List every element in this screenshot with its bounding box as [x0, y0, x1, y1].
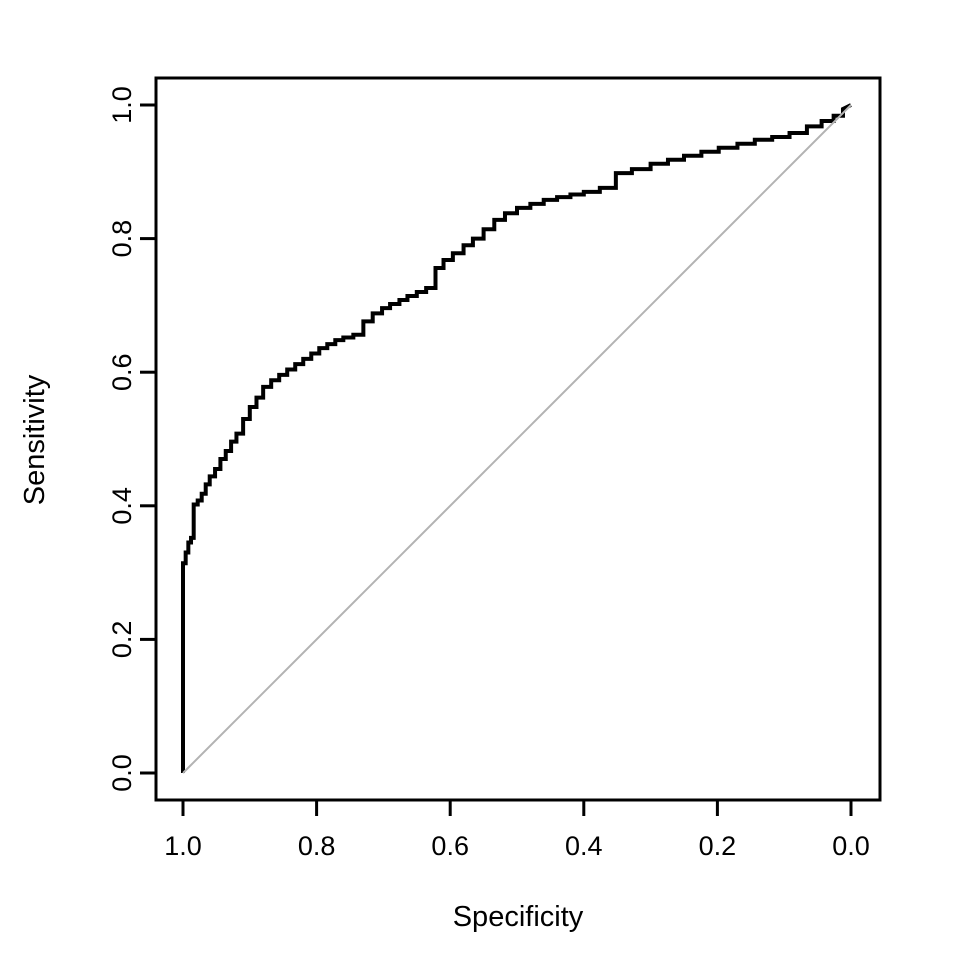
y-axis-title: Sensitivity — [19, 374, 51, 505]
y-tick-label: 0.0 — [107, 754, 137, 792]
y-tick-label: 1.0 — [107, 86, 137, 124]
x-tick-label: 1.0 — [164, 831, 202, 861]
x-tick-label: 0.8 — [298, 831, 336, 861]
y-tick-label: 0.8 — [107, 220, 137, 258]
y-tick-label: 0.2 — [107, 621, 137, 659]
y-tick-label: 0.6 — [107, 353, 137, 391]
x-tick-label: 0.4 — [565, 831, 603, 861]
x-tick-label: 0.6 — [431, 831, 469, 861]
x-tick-label: 0.0 — [832, 831, 870, 861]
roc-plot-container: 1.0 0.8 0.6 0.4 0.2 0.0 0.0 0.2 0.4 0.6 0.8 1.0 Sp… — [0, 0, 960, 960]
x-axis-title: Specificity — [453, 901, 584, 933]
x-tick-label: 0.2 — [699, 831, 737, 861]
roc-chart: 1.0 0.8 0.6 0.4 0.2 0.0 0.0 0.2 0.4 0.6 0.8 1.0 Sp… — [0, 0, 960, 960]
y-tick-label: 0.4 — [107, 487, 137, 525]
chart-background — [0, 0, 960, 960]
